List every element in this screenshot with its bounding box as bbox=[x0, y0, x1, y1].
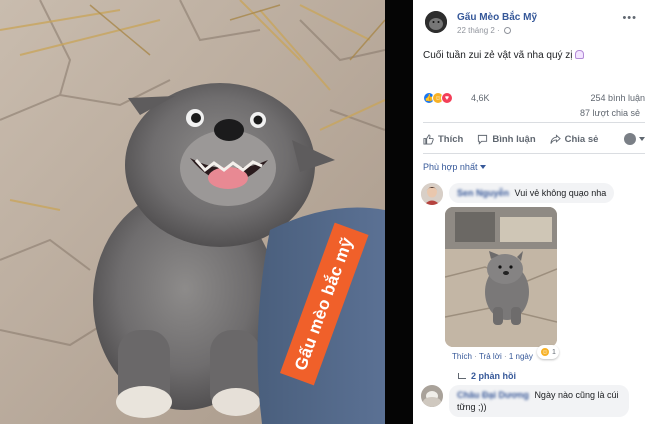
thumbs-up-icon bbox=[423, 133, 434, 145]
actions-divider-top bbox=[423, 122, 645, 123]
post-time-text: 22 tháng 2 · bbox=[457, 26, 502, 35]
post-timestamp[interactable]: 22 tháng 2 · bbox=[457, 26, 511, 35]
comment-button[interactable]: Bình luận bbox=[477, 133, 536, 145]
comment-icon bbox=[478, 134, 488, 145]
comment-sort-label: Phù hợp nhất bbox=[423, 162, 478, 172]
post-caption-text: Cuối tuần zui zẻ vật vã nha quý zị bbox=[423, 50, 573, 61]
comment-bubble: Châu Đại Dương Ngày nào cũng là cúi tững… bbox=[449, 385, 629, 417]
share-count[interactable]: 87 lượt chia sẻ bbox=[580, 108, 640, 118]
commenter-avatar[interactable] bbox=[421, 183, 443, 205]
post-as-selector[interactable] bbox=[624, 133, 645, 145]
comment-count[interactable]: 254 bình luận bbox=[590, 93, 645, 103]
comment-reaction-badge[interactable]: ☺ 1 bbox=[537, 345, 559, 359]
reaction-icons[interactable]: 👍 ☺ ♥ bbox=[423, 91, 453, 105]
comment-text: Vui vẻ không quạo nha bbox=[514, 188, 607, 198]
haha-reaction-icon: ☺ bbox=[540, 347, 550, 357]
reaction-count[interactable]: 4,6K bbox=[471, 93, 490, 103]
page-name-link[interactable]: Gấu Mèo Bắc Mỹ bbox=[457, 12, 537, 23]
comment-text-line-2: tững ;)) bbox=[457, 402, 487, 412]
comment-meta: Thích · Trả lời · 1 ngày bbox=[452, 352, 533, 361]
comment-button-label: Bình luận bbox=[492, 133, 536, 145]
comment-puppy-photo bbox=[445, 207, 557, 347]
like-button-label: Thích bbox=[438, 133, 464, 145]
like-button[interactable]: Thích bbox=[423, 134, 463, 145]
share-icon bbox=[550, 133, 561, 144]
post-header: Gấu Mèo Bắc Mỹ 22 tháng 2 · ••• bbox=[423, 8, 643, 38]
view-replies-link[interactable]: 2 phản hồi bbox=[458, 371, 516, 381]
post-stats: 👍 ☺ ♥ 4,6K 254 bình luận bbox=[423, 91, 645, 105]
comment-photo[interactable] bbox=[445, 207, 557, 347]
photo-divider bbox=[385, 0, 413, 424]
comment-like-link[interactable]: Thích bbox=[452, 352, 472, 361]
comment-text: Ngày nào cũng là cúi bbox=[534, 390, 619, 400]
user-avatar-small bbox=[624, 133, 636, 145]
post-actions: Thích Bình luận Chia sẻ bbox=[423, 129, 645, 149]
comment-time[interactable]: 1 ngày bbox=[509, 352, 533, 361]
view-replies-label: 2 phản hồi bbox=[471, 371, 516, 381]
comment-reaction-count: 1 bbox=[552, 348, 556, 356]
photo-viewer[interactable]: Gấu mèo bắc mỹ bbox=[0, 0, 385, 424]
share-button-label: Chia sẻ bbox=[564, 133, 599, 145]
comment-bubble: Sen Nguyễn Vui vẻ không quạo nha bbox=[449, 183, 615, 203]
share-button[interactable]: Chia sẻ bbox=[550, 133, 599, 145]
facebook-photo-viewer: Gấu mèo bắc mỹ Gấu Mèo Bắc Mỹ 22 tháng 2… bbox=[0, 0, 650, 424]
reply-arrow-icon bbox=[458, 373, 466, 379]
ghost-emoji-icon bbox=[574, 50, 584, 59]
love-reaction-icon: ♥ bbox=[441, 92, 453, 104]
more-options-icon[interactable]: ••• bbox=[622, 12, 637, 24]
globe-icon bbox=[503, 27, 511, 34]
actions-divider-bottom bbox=[423, 153, 645, 154]
sort-chevron-down-icon bbox=[480, 165, 487, 169]
commenter-name[interactable]: Sen Nguyễn bbox=[457, 188, 509, 198]
comment-reply-link[interactable]: Trả lời bbox=[479, 352, 502, 361]
comment-sort-dropdown[interactable]: Phù hợp nhất bbox=[423, 162, 487, 172]
post-caption: Cuối tuần zui zẻ vật vã nha quý zị bbox=[423, 50, 584, 61]
page-avatar[interactable] bbox=[425, 11, 447, 33]
commenter-avatar[interactable] bbox=[421, 385, 443, 407]
commenter-name[interactable]: Châu Đại Dương bbox=[457, 390, 529, 400]
watermark-container: Gấu mèo bắc mỹ bbox=[258, 205, 369, 386]
chevron-down-icon bbox=[639, 137, 645, 141]
